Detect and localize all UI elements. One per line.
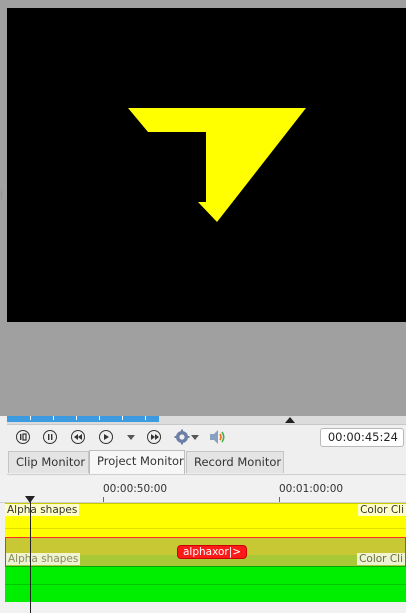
fast-forward-icon[interactable] <box>147 430 161 444</box>
ruler-tick <box>122 416 123 420</box>
ruler-tick <box>103 497 104 502</box>
ruler-label: 00:00:50:00 <box>103 483 168 495</box>
playhead-marker[interactable] <box>25 496 35 503</box>
yellow-alpha-shape <box>128 108 306 222</box>
tab-clip-monitor[interactable]: Clip Monitor <box>8 451 89 473</box>
monitor-ruler[interactable] <box>7 416 406 425</box>
tabs-divider <box>7 474 406 475</box>
timeline-playhead[interactable] <box>30 496 31 613</box>
skip-start-icon[interactable] <box>16 430 30 444</box>
track-1-divider <box>5 528 406 529</box>
tab-project-monitor[interactable]: Project Monitor <box>89 450 185 474</box>
play-options-chevron-down-icon[interactable] <box>127 435 135 440</box>
clip-label-color-clip: Color Cli <box>358 504 406 516</box>
ruler-tick <box>53 416 54 420</box>
ruler-tick <box>76 416 77 420</box>
ruler-tick <box>279 497 280 502</box>
track-3-clip[interactable] <box>5 566 406 602</box>
monitor-top-strip <box>7 0 406 8</box>
timeline-ruler[interactable]: 00:00:50:00 00:01:00:00 <box>0 476 406 503</box>
step-back-icon[interactable] <box>43 430 57 444</box>
monitor-ruler-cursor[interactable] <box>285 417 295 423</box>
timecode-field[interactable]: 00:00:45:24 <box>320 428 404 447</box>
track-1-clip[interactable]: Alpha shapes Color Cli <box>5 503 406 538</box>
monitor-tabs: Clip Monitor Project Monitor Record Moni… <box>7 450 406 475</box>
settings-chevron-down-icon[interactable] <box>191 435 199 440</box>
ruler-tick <box>30 416 31 420</box>
transport-toolbar: 00:00:45:24 <box>7 426 406 450</box>
clip-label-color-clip: Color Cli <box>357 553 405 565</box>
volume-icon[interactable] <box>209 429 227 445</box>
clip-label-alpha-shapes: Alpha shapes <box>6 553 81 565</box>
rewind-icon[interactable] <box>71 430 85 444</box>
ruler-tick <box>145 416 146 420</box>
effect-badge-alphaxor[interactable]: alphaxor|> <box>177 545 248 559</box>
ruler-tick <box>99 416 100 420</box>
tab-record-monitor[interactable]: Record Monitor <box>186 451 284 473</box>
ruler-label: 00:01:00:00 <box>279 483 344 495</box>
track-3-divider <box>5 584 406 585</box>
gear-icon[interactable] <box>174 429 190 445</box>
splitter-grip[interactable] <box>1 190 3 199</box>
clip-label-alpha-shapes: Alpha shapes <box>5 504 80 516</box>
app-window: 00:00:45:24 Clip Monitor Project Monitor… <box>0 0 406 613</box>
play-icon[interactable] <box>99 430 113 444</box>
video-canvas <box>7 8 406 322</box>
